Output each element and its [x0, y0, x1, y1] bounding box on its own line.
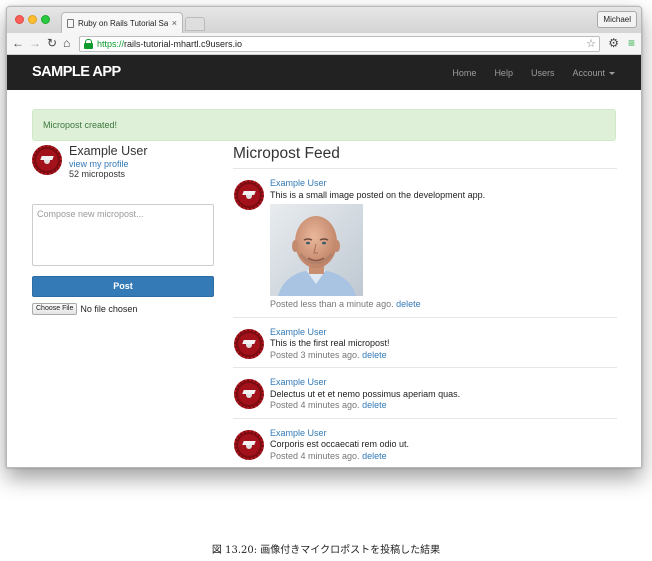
nav-account-label: Account — [572, 67, 605, 78]
post-timestamp: Posted 3 minutes ago. — [270, 349, 360, 360]
post-user-link[interactable]: Example User — [270, 377, 617, 389]
post-timestamp: Posted 4 minutes ago. — [270, 450, 360, 461]
post-timestamp: Posted 4 minutes ago. — [270, 400, 360, 410]
file-status: No file chosen — [80, 304, 138, 314]
post-image — [270, 204, 363, 296]
view-profile-link[interactable]: view my profile — [69, 159, 129, 169]
page-viewport: SAMPLE APP Home Help Users Account Micro… — [7, 55, 641, 468]
list-item: Example User Corporis est occaecati rem … — [233, 419, 617, 468]
zoom-window-button[interactable] — [41, 15, 50, 24]
browser-toolbar: ← → ↻ ⌂ https://rails-tutorial-mhartl.c9… — [7, 33, 641, 55]
micropost-content-input[interactable] — [32, 204, 214, 266]
post-meta: Posted 4 minutes ago. delete — [270, 451, 617, 463]
url-host: rails-tutorial-mhartl.c9users.io — [124, 39, 243, 49]
nav-help[interactable]: Help — [494, 68, 513, 78]
file-input: Choose File No file chosen — [32, 303, 214, 315]
graduation-cap-icon — [243, 191, 255, 199]
nav-account[interactable]: Account — [572, 68, 615, 78]
avatar[interactable] — [234, 429, 264, 460]
avatar[interactable] — [234, 379, 264, 409]
delete-link[interactable]: delete — [362, 350, 387, 360]
tab-title: Ruby on Rails Tutorial Samp — [78, 18, 168, 28]
post-content: Delectus ut et et nemo possimus aperiam … — [270, 388, 461, 399]
micropost-feed: Micropost Feed Example User This is a sm… — [233, 145, 617, 468]
avatar[interactable] — [234, 180, 264, 210]
new-tab-button[interactable] — [185, 17, 205, 31]
feed-title: Micropost Feed — [233, 145, 617, 169]
tab-close-icon[interactable]: × — [172, 18, 177, 28]
nav-links: Home Help Users Account — [452, 55, 615, 90]
post-content: This is a small image posted on the deve… — [270, 189, 486, 200]
menu-icon[interactable]: ≡ — [628, 36, 635, 51]
user-info: Example User view my profile 52 micropos… — [32, 144, 215, 185]
site-navbar: SAMPLE APP Home Help Users Account — [7, 55, 641, 90]
micropost-form: Post Choose File No file chosen — [32, 204, 214, 315]
close-window-button[interactable] — [15, 15, 24, 24]
post-meta: Posted 3 minutes ago. delete — [270, 350, 617, 362]
post-meta: Posted less than a minute ago. delete — [270, 299, 617, 311]
graduation-cap-icon — [243, 340, 255, 348]
arrow-left-icon[interactable]: ← — [12, 36, 24, 51]
user-sidebar: Example User view my profile 52 micropos… — [32, 144, 215, 315]
profile-button[interactable]: Michael — [597, 11, 637, 28]
post-user-link[interactable]: Example User — [270, 428, 617, 440]
list-item: Example User This is a small image poste… — [233, 169, 617, 318]
arrow-right-icon[interactable]: → — [29, 36, 41, 51]
home-icon[interactable]: ⌂ — [63, 36, 70, 51]
nav-home[interactable]: Home — [452, 68, 476, 78]
list-item: Example User Delectus ut et et nemo poss… — [233, 368, 617, 419]
minimize-window-button[interactable] — [28, 15, 37, 24]
micropost-count: 52 microposts — [69, 169, 126, 179]
post-timestamp: Posted less than a minute ago. — [270, 299, 394, 309]
user-name: Example User — [69, 144, 148, 158]
post-meta: Posted 4 minutes ago. delete — [270, 400, 617, 412]
browser-tab[interactable]: Ruby on Rails Tutorial Samp × — [61, 12, 183, 33]
address-bar[interactable]: https://rails-tutorial-mhartl.c9users.io… — [79, 36, 600, 52]
star-icon[interactable]: ☆ — [586, 37, 596, 51]
tab-strip: Ruby on Rails Tutorial Samp × Michael — [7, 7, 641, 33]
post-user-link[interactable]: Example User — [270, 327, 617, 339]
delete-link[interactable]: delete — [396, 299, 421, 309]
lock-icon — [84, 39, 93, 49]
post-user-link[interactable]: Example User — [270, 178, 617, 190]
choose-file-button[interactable]: Choose File — [32, 303, 78, 315]
post-content: This is the first real micropost! — [270, 338, 390, 348]
graduation-cap-icon — [41, 156, 53, 164]
nav-users[interactable]: Users — [531, 68, 555, 78]
figure-caption: 図 13.20: 画像付きマイクロポストを投稿した結果 — [211, 545, 441, 556]
logo[interactable]: SAMPLE APP — [32, 64, 121, 80]
graduation-cap-icon — [243, 390, 255, 398]
avatar[interactable] — [234, 328, 264, 359]
page-icon — [67, 18, 74, 28]
gear-icon[interactable]: ⚙ — [608, 36, 619, 51]
post-content: Corporis est occaecati rem odio ut. — [270, 439, 410, 449]
url-scheme: https:// — [97, 39, 125, 49]
avatar[interactable] — [32, 145, 62, 175]
page-container: Micropost created! — [7, 109, 641, 141]
flash-success: Micropost created! — [32, 109, 616, 141]
list-item: Example User This is the first real micr… — [233, 318, 617, 368]
delete-link[interactable]: delete — [362, 451, 387, 461]
browser-window: Ruby on Rails Tutorial Samp × Michael ← … — [6, 6, 642, 468]
post-button[interactable]: Post — [32, 276, 214, 297]
delete-link[interactable]: delete — [362, 400, 387, 410]
reload-icon[interactable]: ↻ — [47, 36, 57, 51]
chevron-down-icon — [609, 71, 615, 75]
graduation-cap-icon — [243, 441, 255, 449]
